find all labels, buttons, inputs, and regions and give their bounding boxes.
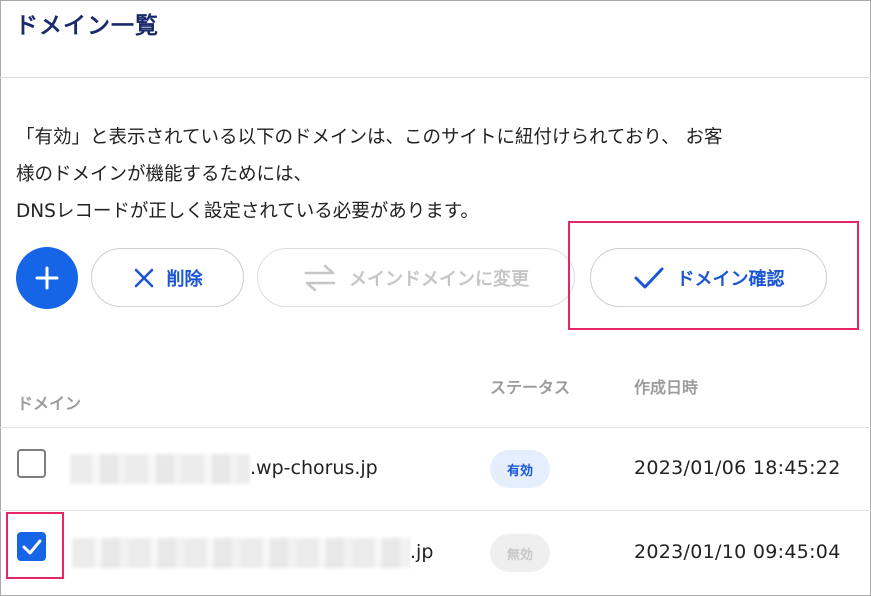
delete-button[interactable]: 削除 — [91, 248, 244, 307]
row-1-checkbox[interactable] — [17, 449, 46, 478]
page-title: ドメイン一覧 — [15, 13, 159, 39]
plus-icon — [34, 265, 60, 291]
highlight-box-checkbox — [6, 512, 64, 579]
row-divider — [0, 510, 871, 511]
column-header-domain: ドメイン — [17, 394, 82, 413]
swap-icon — [303, 264, 337, 292]
close-icon — [133, 267, 155, 289]
description: 「有効」と表示されている以下のドメインは、このサイトに紐付けられており、 お客 … — [16, 119, 846, 230]
redacted-domain-2 — [72, 538, 410, 568]
description-line-1: 「有効」と表示されている以下のドメインは、このサイトに紐付けられており、 お客 — [16, 127, 723, 148]
row-2-domain[interactable]: .jp — [410, 541, 433, 563]
column-header-created: 作成日時 — [634, 378, 699, 397]
row-1-created: 2023/01/06 18:45:22 — [634, 457, 841, 479]
row-2-status-badge: 無効 — [490, 534, 550, 572]
description-line-2: 様のドメインが機能するためには、 — [16, 164, 313, 185]
header-divider — [0, 427, 871, 428]
row-1-status-badge: 有効 — [490, 450, 550, 488]
row-2-created: 2023/01/10 09:45:04 — [634, 541, 841, 563]
change-main-domain-button[interactable]: メインドメインに変更 — [257, 248, 575, 307]
row-1-domain[interactable]: .wp-chorus.jp — [250, 457, 378, 479]
redacted-domain-1 — [70, 454, 250, 484]
add-domain-button[interactable] — [16, 247, 78, 309]
change-main-domain-label: メインドメインに変更 — [349, 268, 529, 290]
delete-label: 削除 — [166, 268, 203, 290]
highlight-box-verify — [568, 221, 859, 330]
title-divider — [0, 77, 871, 78]
column-header-status: ステータス — [490, 378, 571, 397]
